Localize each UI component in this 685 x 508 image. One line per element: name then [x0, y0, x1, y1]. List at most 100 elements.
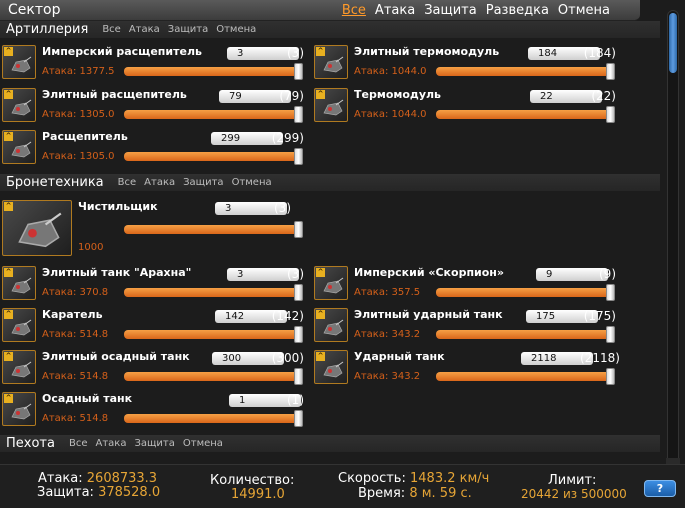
unit-icon[interactable]: ^: [2, 200, 72, 256]
help-button[interactable]: ?: [644, 480, 676, 497]
unit-max[interactable]: (3): [268, 46, 304, 60]
slider-handle[interactable]: [606, 63, 615, 80]
slider-handle[interactable]: [294, 106, 303, 123]
sector-header: Сектор Все Атака Защита Разведка Отмена: [0, 0, 640, 21]
unit-count-slider[interactable]: [124, 152, 302, 161]
unit-max[interactable]: (299): [268, 131, 304, 145]
section-tab-defense[interactable]: Защита: [168, 24, 208, 35]
unit-attack: Атака: 1305.0: [42, 151, 115, 162]
unit-icon[interactable]: ^: [2, 130, 36, 164]
unit-count-slider[interactable]: [124, 414, 302, 423]
unit-count-slider[interactable]: [124, 330, 302, 339]
section-tab-attack[interactable]: Атака: [95, 438, 126, 449]
slider-handle[interactable]: [294, 410, 303, 427]
unit-icon[interactable]: ^: [2, 266, 36, 300]
slider-handle[interactable]: [294, 368, 303, 385]
unit-name: Ударный танк: [354, 350, 445, 363]
slider-handle[interactable]: [294, 63, 303, 80]
unit-icon[interactable]: ^: [2, 308, 36, 342]
unit-count-slider[interactable]: [124, 288, 302, 297]
tab-defense[interactable]: Защита: [424, 3, 477, 18]
unit-count-slider[interactable]: [124, 372, 302, 381]
unit-icon[interactable]: ^: [314, 266, 348, 300]
unit-icon[interactable]: ^: [2, 350, 36, 384]
tab-cancel[interactable]: Отмена: [558, 3, 610, 18]
upgrade-icon[interactable]: ^: [316, 352, 325, 361]
upgrade-icon[interactable]: ^: [4, 132, 13, 141]
upgrade-icon[interactable]: ^: [316, 47, 325, 56]
upgrade-icon[interactable]: ^: [4, 90, 13, 99]
unit-max[interactable]: (3): [268, 267, 304, 281]
upgrade-icon[interactable]: ^: [4, 47, 13, 56]
unit-max[interactable]: (2118): [580, 351, 620, 365]
unit-name: Чистильщик: [78, 200, 158, 213]
vehicle-icon: [323, 277, 344, 294]
section-tab-all[interactable]: Все: [69, 438, 88, 449]
upgrade-icon[interactable]: ^: [316, 90, 325, 99]
unit-row: ^ Термомодуль Атака: 1044.0 22 (22): [314, 87, 624, 129]
upgrade-icon[interactable]: ^: [4, 268, 13, 277]
vehicle-icon: [11, 403, 32, 420]
unit-count-slider[interactable]: [436, 67, 614, 76]
section-tab-attack[interactable]: Атака: [129, 24, 160, 35]
slider-handle[interactable]: [606, 284, 615, 301]
section-tab-all[interactable]: Все: [118, 177, 137, 188]
section-title: Бронетехника: [6, 175, 104, 190]
unit-max[interactable]: (22): [580, 89, 616, 103]
upgrade-icon[interactable]: ^: [316, 310, 325, 319]
slider-handle[interactable]: [294, 148, 303, 165]
unit-list: Артиллерия Все Атака Защита Отмена Броне…: [0, 21, 660, 461]
scrollbar-track[interactable]: [667, 10, 679, 464]
unit-max[interactable]: (175): [580, 309, 616, 323]
slider-handle[interactable]: [606, 368, 615, 385]
speed-label: Скорость:: [338, 471, 406, 486]
unit-count-slider[interactable]: [436, 288, 614, 297]
unit-icon[interactable]: ^: [2, 45, 36, 79]
unit-max[interactable]: (142): [268, 309, 304, 323]
unit-count-slider[interactable]: [124, 225, 302, 234]
upgrade-icon[interactable]: ^: [4, 202, 13, 211]
tab-recon[interactable]: Разведка: [486, 3, 549, 18]
upgrade-icon[interactable]: ^: [4, 352, 13, 361]
section-tab-defense[interactable]: Защита: [183, 177, 223, 188]
time-label: Время:: [358, 486, 406, 501]
unit-count-slider[interactable]: [436, 110, 614, 119]
unit-max[interactable]: (3): [255, 201, 291, 215]
vehicle-icon: [323, 361, 344, 378]
unit-icon[interactable]: ^: [2, 88, 36, 122]
slider-handle[interactable]: [294, 326, 303, 343]
unit-count-slider[interactable]: [436, 330, 614, 339]
unit-icon[interactable]: ^: [314, 45, 348, 79]
slider-handle[interactable]: [294, 221, 303, 238]
unit-count-slider[interactable]: [436, 372, 614, 381]
quantity-total: 14991.0: [231, 487, 285, 502]
upgrade-icon[interactable]: ^: [4, 394, 13, 403]
tab-attack[interactable]: Атака: [375, 3, 415, 18]
unit-max[interactable]: (79): [268, 89, 304, 103]
unit-icon[interactable]: ^: [314, 308, 348, 342]
unit-count-slider[interactable]: [124, 67, 302, 76]
unit-count-slider[interactable]: [124, 110, 302, 119]
unit-icon[interactable]: ^: [314, 350, 348, 384]
section-tab-cancel[interactable]: Отмена: [183, 438, 223, 449]
slider-handle[interactable]: [606, 106, 615, 123]
unit-max[interactable]: (300): [268, 351, 304, 365]
slider-handle[interactable]: [606, 326, 615, 343]
section-tab-defense[interactable]: Защита: [134, 438, 174, 449]
upgrade-icon[interactable]: ^: [316, 268, 325, 277]
section-tab-attack[interactable]: Атака: [144, 177, 175, 188]
upgrade-icon[interactable]: ^: [4, 310, 13, 319]
section-tab-all[interactable]: Все: [102, 24, 121, 35]
unit-row: ^ Элитный танк "Арахна" Атака: 370.8 3 (3): [2, 265, 312, 307]
unit-max[interactable]: (184): [580, 46, 616, 60]
unit-max[interactable]: (9): [580, 267, 616, 281]
slider-handle[interactable]: [294, 284, 303, 301]
section-tab-cancel[interactable]: Отмена: [216, 24, 256, 35]
section-tab-cancel[interactable]: Отмена: [232, 177, 272, 188]
unit-max[interactable]: (1): [268, 393, 304, 407]
scrollbar-thumb[interactable]: [669, 13, 677, 73]
vehicle-icon: [323, 56, 344, 73]
tab-all[interactable]: Все: [342, 3, 366, 18]
unit-icon[interactable]: ^: [2, 392, 36, 426]
unit-icon[interactable]: ^: [314, 88, 348, 122]
